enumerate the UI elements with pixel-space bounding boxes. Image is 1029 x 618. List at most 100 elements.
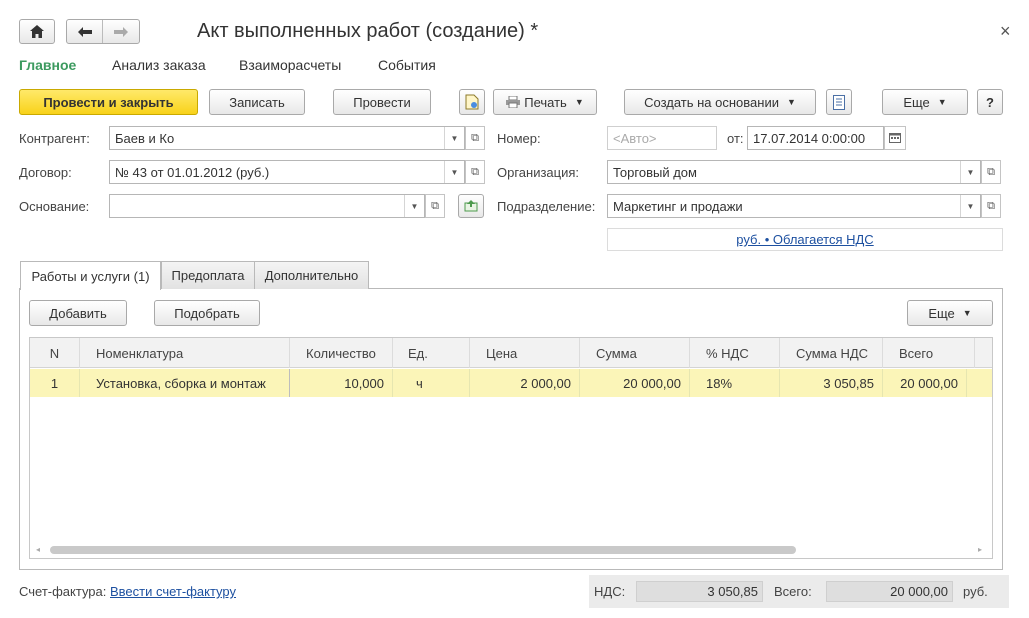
print-label: Печать	[524, 94, 567, 110]
more-button[interactable]: Еще ▼	[882, 89, 968, 115]
chevron-down-icon: ▼	[574, 97, 584, 107]
close-icon[interactable]: ×	[1000, 21, 1011, 42]
col-header-vat-rate[interactable]: % НДС	[698, 338, 780, 368]
division-value: Маркетинг и продажи	[613, 198, 743, 214]
enter-invoice-link[interactable]: Ввести счет-фактуру	[110, 584, 236, 599]
date-from-label: от:	[727, 131, 744, 146]
col-header-quantity[interactable]: Количество	[298, 338, 393, 368]
add-row-button[interactable]: Добавить	[29, 300, 127, 326]
printer-icon	[506, 96, 521, 108]
basis-field[interactable]: ▼	[109, 194, 425, 218]
contract-value: № 43 от 01.01.2012 (руб.)	[115, 164, 270, 180]
open-contract-icon[interactable]: ⧉	[465, 160, 485, 184]
number-label: Номер:	[497, 131, 541, 146]
number-field[interactable]: <Авто>	[607, 126, 717, 150]
col-header-vat-sum[interactable]: Сумма НДС	[788, 338, 883, 368]
history-nav	[66, 19, 140, 44]
scroll-left-icon[interactable]: ◂	[36, 545, 40, 554]
table-more-label: Еще	[928, 305, 955, 321]
open-counterparty-icon[interactable]: ⧉	[465, 126, 485, 150]
more-label: Еще	[903, 94, 930, 110]
organization-value: Торговый дом	[613, 164, 697, 180]
chevron-down-icon: ▼	[937, 97, 947, 107]
back-button[interactable]	[67, 20, 104, 43]
scroll-right-icon[interactable]: ▸	[978, 545, 982, 554]
save-button[interactable]: Записать	[209, 89, 305, 115]
open-basis-icon[interactable]: ⧉	[425, 194, 445, 218]
tab-order-analysis[interactable]: Анализ заказа	[112, 57, 206, 73]
print-button[interactable]: Печать ▼	[493, 89, 597, 115]
tab-works-services[interactable]: Работы и услуги (1)	[20, 261, 161, 290]
contract-field[interactable]: № 43 от 01.01.2012 (руб.) ▼	[109, 160, 465, 184]
create-based-on-button[interactable]: Создать на основании ▼	[624, 89, 816, 115]
cell-nomenclature: Установка, сборка и монтаж	[88, 369, 290, 397]
tab-main[interactable]: Главное	[19, 57, 76, 73]
cell-total: 20 000,00	[883, 369, 967, 397]
dropdown-icon[interactable]: ▼	[960, 195, 980, 217]
tab-additional[interactable]: Дополнительно	[254, 261, 369, 289]
open-division-icon[interactable]: ⧉	[981, 194, 1001, 218]
col-header-n[interactable]: N	[30, 338, 80, 368]
dropdown-icon[interactable]: ▼	[404, 195, 424, 217]
tab-settlements[interactable]: Взаиморасчеты	[239, 57, 341, 73]
date-field[interactable]: 17.07.2014 0:00:00	[747, 126, 884, 150]
report-button[interactable]	[826, 89, 852, 115]
fill-basis-button[interactable]	[458, 194, 484, 218]
post-button[interactable]: Провести	[333, 89, 431, 115]
chevron-down-icon: ▼	[786, 97, 796, 107]
pick-button[interactable]: Подобрать	[154, 300, 260, 326]
post-and-close-button[interactable]: Провести и закрыть	[19, 89, 198, 115]
grand-total-label: Всего:	[774, 584, 812, 599]
attach-button[interactable]	[459, 89, 485, 115]
vat-settings-box: руб. • Облагается НДС	[607, 228, 1003, 251]
division-field[interactable]: Маркетинг и продажи ▼	[607, 194, 981, 218]
counterparty-value: Баев и Ко	[115, 130, 175, 146]
contract-label: Договор:	[19, 165, 72, 180]
cell-unit: ч	[408, 369, 470, 397]
vat-total-label: НДС:	[594, 584, 626, 599]
fill-icon	[464, 200, 478, 212]
cell-vat-rate: 18%	[698, 369, 780, 397]
dropdown-icon[interactable]: ▼	[444, 127, 464, 149]
tab-events[interactable]: События	[378, 57, 436, 73]
dropdown-icon[interactable]: ▼	[444, 161, 464, 183]
cell-vat-sum: 3 050,85	[780, 369, 883, 397]
vat-settings-link[interactable]: руб. • Облагается НДС	[736, 232, 873, 247]
col-header-nomenclature[interactable]: Номенклатура	[88, 338, 290, 368]
document-clip-icon	[465, 94, 479, 110]
table-more-button[interactable]: Еще ▼	[907, 300, 993, 326]
forward-button[interactable]	[103, 20, 139, 43]
organization-label: Организация:	[497, 165, 580, 180]
currency-label: руб.	[963, 584, 988, 599]
counterparty-label: Контрагент:	[19, 131, 90, 146]
grand-total-value: 20 000,00	[826, 581, 953, 602]
counterparty-field[interactable]: Баев и Ко ▼	[109, 126, 465, 150]
number-placeholder: <Авто>	[613, 130, 657, 146]
open-organization-icon[interactable]: ⧉	[981, 160, 1001, 184]
dropdown-icon[interactable]: ▼	[960, 161, 980, 183]
horizontal-scrollbar[interactable]	[50, 546, 796, 554]
home-button[interactable]	[19, 19, 55, 44]
basis-label: Основание:	[19, 199, 90, 214]
date-value: 17.07.2014 0:00:00	[753, 130, 866, 146]
home-icon	[30, 25, 44, 38]
cell-n: 1	[30, 369, 80, 397]
col-header-total[interactable]: Всего	[891, 338, 975, 368]
cell-quantity: 10,000	[290, 369, 393, 397]
window-title: Акт выполненных работ (создание) *	[197, 20, 539, 42]
calendar-icon[interactable]	[884, 126, 906, 150]
organization-field[interactable]: Торговый дом ▼	[607, 160, 981, 184]
help-button[interactable]: ?	[977, 89, 1003, 115]
create-based-on-label: Создать на основании	[644, 94, 779, 110]
division-label: Подразделение:	[497, 199, 596, 214]
tab-prepayment[interactable]: Предоплата	[161, 261, 255, 289]
cell-sum: 20 000,00	[580, 369, 690, 397]
col-header-price[interactable]: Цена	[478, 338, 580, 368]
arrow-right-icon	[114, 26, 128, 37]
vat-total-value: 3 050,85	[636, 581, 763, 602]
report-icon	[833, 94, 845, 110]
arrow-left-icon	[77, 26, 92, 37]
invoice-label: Счет-фактура:	[19, 584, 107, 599]
col-header-unit[interactable]: Ед.	[400, 338, 470, 368]
col-header-sum[interactable]: Сумма	[588, 338, 690, 368]
